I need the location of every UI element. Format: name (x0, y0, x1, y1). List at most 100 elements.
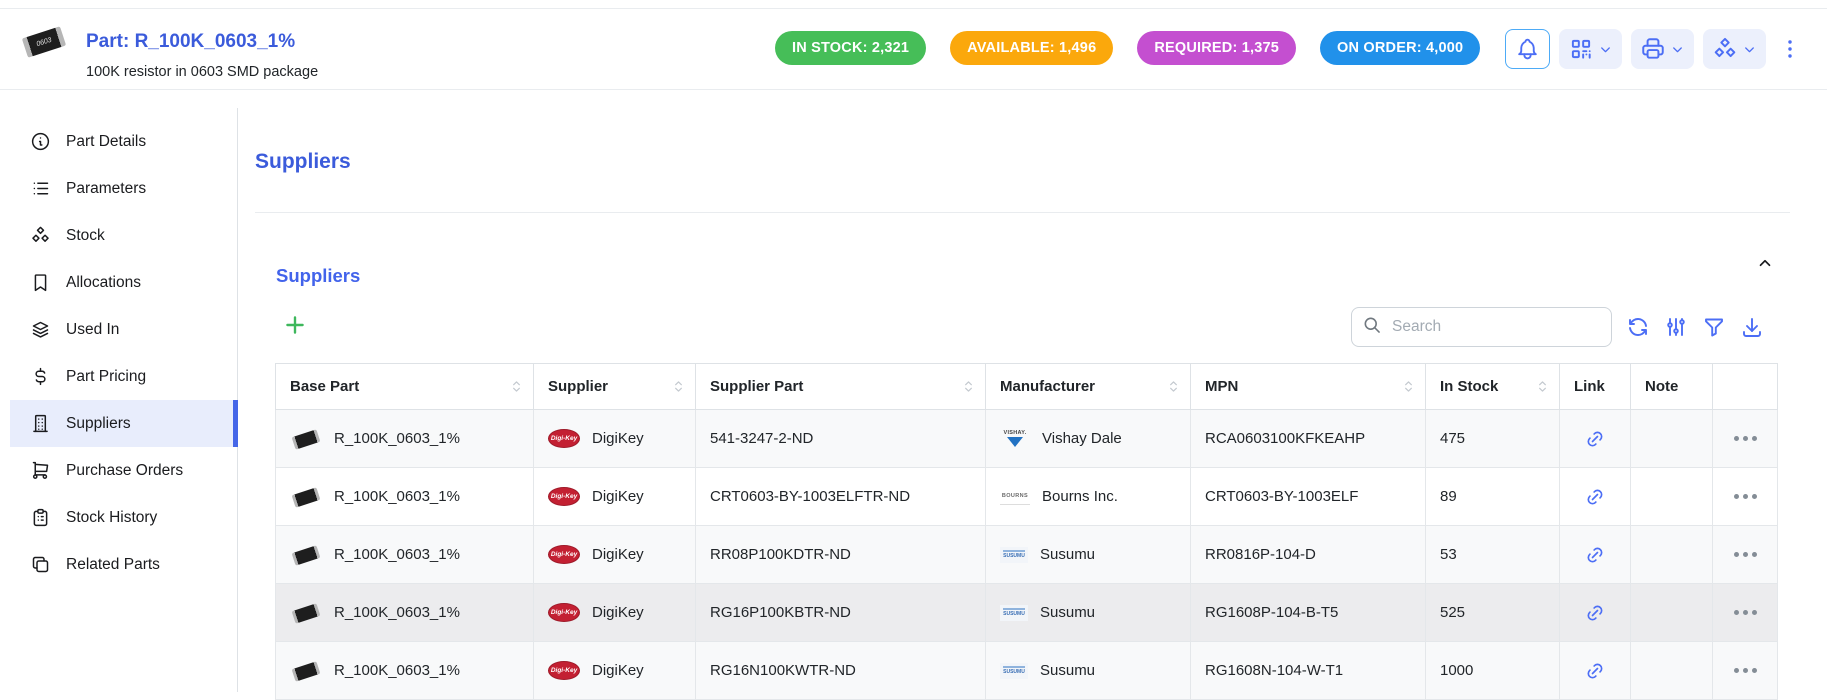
supplier-part-number: 541-3247-2-ND (710, 430, 813, 447)
download-icon (1740, 315, 1764, 339)
row-actions-button[interactable] (1734, 494, 1757, 499)
base-part-name: R_100K_0603_1% (334, 604, 460, 621)
supplier-part-row[interactable]: R_100K_0603_1%Digi-KeyDigiKeyRG16P100KBT… (276, 584, 1778, 642)
mpn-value: RG1608P-104-B-T5 (1205, 604, 1338, 621)
sort-selector-icon[interactable] (1534, 378, 1551, 395)
sidebar-item-related-parts[interactable]: Related Parts (10, 541, 238, 588)
column-header-supplier-part[interactable]: Supplier Part (696, 364, 986, 410)
sidebar-item-label: Used In (66, 321, 119, 339)
column-header-note: Note (1631, 364, 1713, 410)
refresh-button[interactable] (1626, 315, 1650, 339)
sidebar-item-stock[interactable]: Stock (10, 212, 238, 259)
column-label: Supplier (548, 378, 608, 395)
sidebar-item-allocations[interactable]: Allocations (10, 259, 238, 306)
base-part-name: R_100K_0603_1% (334, 430, 460, 447)
column-label: MPN (1205, 378, 1238, 395)
column-header-mpn[interactable]: MPN (1191, 364, 1426, 410)
external-link-icon[interactable] (1585, 429, 1605, 449)
in-stock-badge: IN STOCK: 2,321 (775, 31, 926, 65)
link-icon (1585, 487, 1605, 507)
link-icon (1585, 429, 1605, 449)
digikey-logo: Digi-Key (548, 661, 580, 680)
sidebar-item-purchase-orders[interactable]: Purchase Orders (10, 447, 238, 494)
supplier-part-row[interactable]: R_100K_0603_1%Digi-KeyDigiKeyRG16N100KWT… (276, 642, 1778, 700)
column-label: Note (1645, 378, 1678, 395)
dots-vertical-icon (1777, 36, 1803, 62)
related-parts-icon (30, 554, 51, 575)
digikey-logo: Digi-Key (548, 545, 580, 564)
collapse-panel-button[interactable] (1756, 254, 1774, 277)
stock-actions-button[interactable] (1703, 29, 1766, 69)
sidebar-item-used-in[interactable]: Used In (10, 306, 238, 353)
supplier-part-row[interactable]: R_100K_0603_1% Digi-Key DigiKey 541-3247-2-… (276, 410, 1778, 468)
susumu-logo: SUSUMU (1000, 663, 1028, 679)
part-thumbnail (290, 598, 322, 628)
digikey-logo: Digi-Key (548, 429, 580, 448)
part-thumbnail-label: 0603 (36, 36, 53, 47)
bell-icon (1515, 36, 1540, 62)
add-supplier-button[interactable] (282, 312, 308, 341)
sort-selector-icon[interactable] (1165, 378, 1182, 395)
row-actions-button[interactable] (1734, 436, 1757, 441)
supplier-part-row[interactable]: R_100K_0603_1%Digi-KeyDigiKeyRR08P100KDT… (276, 526, 1778, 584)
sidebar-item-part-pricing[interactable]: Part Pricing (10, 353, 238, 400)
table-toolbar (1626, 315, 1764, 339)
on-order-badge: ON ORDER: 4,000 (1320, 31, 1480, 65)
layers-icon (30, 319, 51, 340)
search-input[interactable] (1390, 317, 1580, 337)
filter-button[interactable] (1702, 315, 1726, 339)
digikey-logo: Digi-Key (548, 603, 580, 622)
part-header-bar: 0603 Part: R_100K_0603_1% 100K resistor … (0, 8, 1827, 90)
column-header-manufacturer[interactable]: Manufacturer (986, 364, 1191, 410)
row-actions-button[interactable] (1734, 668, 1757, 673)
sort-selector-icon[interactable] (508, 378, 525, 395)
row-actions-button[interactable] (1734, 610, 1757, 615)
sidebar-item-label: Parameters (66, 180, 146, 198)
external-link-icon[interactable] (1585, 545, 1605, 565)
download-button[interactable] (1740, 315, 1764, 339)
supplier-part-number: RG16N100KWTR-ND (710, 662, 856, 679)
supplier-part-row[interactable]: R_100K_0603_1%Digi-KeyDigiKeyCRT0603-BY-… (276, 468, 1778, 526)
chevron-down-icon (1598, 42, 1613, 57)
part-title: Part: R_100K_0603_1% (86, 31, 318, 53)
row-actions-button[interactable] (1734, 552, 1757, 557)
sidebar-item-label: Suppliers (66, 415, 131, 433)
part-thumbnail (290, 656, 322, 686)
mpn-value: RCA0603100KFKEAHP (1205, 430, 1365, 447)
suppliers-panel-title: Suppliers (276, 265, 360, 287)
link-icon (1585, 545, 1605, 565)
bookmark-icon (30, 272, 51, 293)
sort-selector-icon[interactable] (670, 378, 687, 395)
column-header-supplier[interactable]: Supplier (534, 364, 696, 410)
column-header-base-part[interactable]: Base Part (276, 364, 534, 410)
column-settings-button[interactable] (1664, 315, 1688, 339)
external-link-icon[interactable] (1585, 661, 1605, 681)
base-part-name: R_100K_0603_1% (334, 488, 460, 505)
table-search (1351, 307, 1612, 347)
sort-selector-icon[interactable] (960, 378, 977, 395)
sidebar-item-part-details[interactable]: Part Details (10, 118, 238, 165)
building-icon (30, 413, 51, 434)
external-link-icon[interactable] (1585, 603, 1605, 623)
supplier-name: DigiKey (592, 430, 644, 447)
sidebar-item-label: Part Details (66, 133, 146, 151)
sidebar-item-stock-history[interactable]: Stock History (10, 494, 238, 541)
sort-selector-icon (960, 378, 977, 395)
sidebar-item-suppliers[interactable]: Suppliers (10, 400, 238, 447)
sort-selector-icon (1400, 378, 1417, 395)
more-options-button[interactable] (1775, 29, 1805, 69)
notifications-button[interactable] (1505, 29, 1550, 69)
barcode-actions-button[interactable] (1559, 29, 1622, 69)
susumu-logo: SUSUMU (1000, 547, 1028, 563)
refresh-icon (1626, 315, 1650, 339)
sidebar-item-parameters[interactable]: Parameters (10, 165, 238, 212)
filter-icon (1702, 315, 1726, 339)
external-link-icon[interactable] (1585, 487, 1605, 507)
part-thumbnail[interactable]: 0603 (20, 21, 68, 63)
sort-selector-icon[interactable] (1400, 378, 1417, 395)
info-circle-icon (30, 131, 51, 152)
column-header-in-stock[interactable]: In Stock (1426, 364, 1560, 410)
sidebar-item-label: Part Pricing (66, 368, 146, 386)
print-actions-button[interactable] (1631, 29, 1694, 69)
sidebar-item-label: Allocations (66, 274, 141, 292)
